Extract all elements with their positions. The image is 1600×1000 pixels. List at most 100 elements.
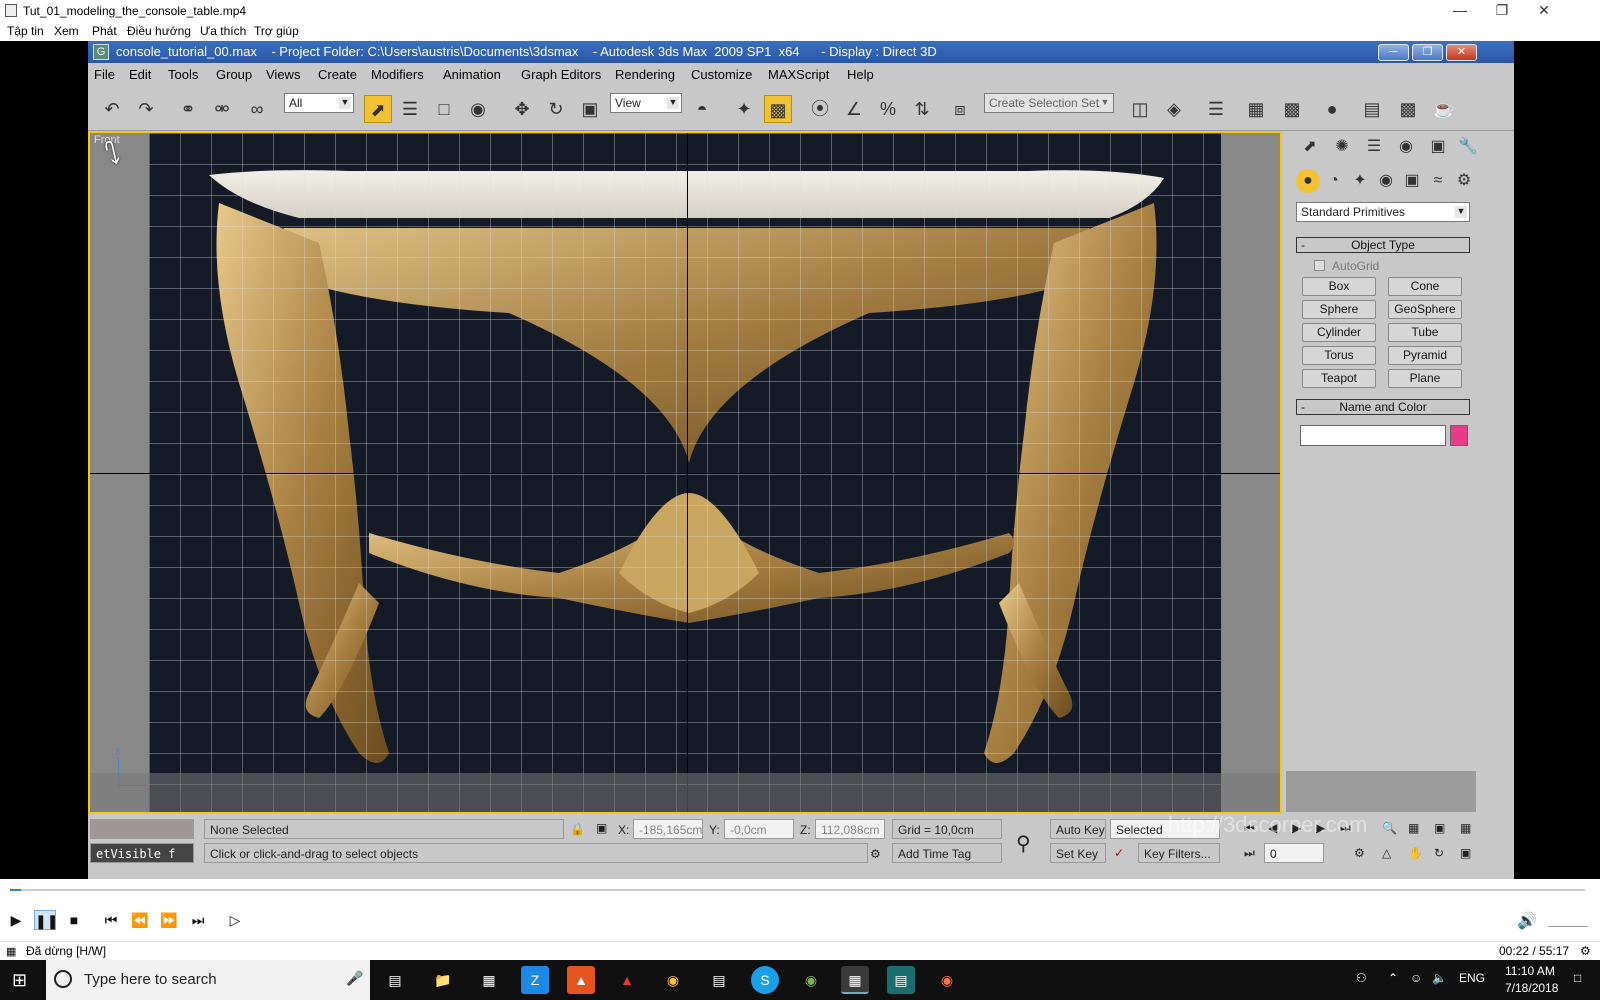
pause-icon[interactable]: ❚❚ xyxy=(34,910,58,930)
max-minimize-button[interactable]: ─ xyxy=(1378,44,1409,61)
rectangular-selection-icon[interactable]: □ xyxy=(430,95,458,123)
move-icon[interactable]: ✥ xyxy=(508,95,536,123)
pan-icon[interactable]: ✋ xyxy=(1408,846,1423,860)
z-coordinate-field[interactable]: 112,088cm xyxy=(815,819,885,839)
photos-icon[interactable]: ▤ xyxy=(705,966,733,994)
people-icon[interactable]: ⚇ xyxy=(1356,971,1367,985)
selection-filter-dropdown[interactable]: All ▼ xyxy=(284,93,354,113)
stop-icon[interactable]: ■ xyxy=(63,910,85,930)
box-button[interactable]: Box xyxy=(1302,277,1376,296)
space-warps-icon[interactable]: ≈ xyxy=(1426,169,1450,193)
language-indicator[interactable]: ENG xyxy=(1459,971,1485,985)
fast-forward-icon[interactable]: ⏩ xyxy=(158,910,180,930)
key-icon[interactable]: ⚲ xyxy=(1016,831,1031,856)
previous-icon[interactable]: ⏮ xyxy=(100,910,122,930)
keyboard-shortcut-override-icon[interactable]: ▩ xyxy=(764,95,792,123)
quick-render-icon[interactable]: ☕ xyxy=(1430,95,1458,123)
file-explorer-icon[interactable]: 📁 xyxy=(429,966,457,994)
firefox-icon[interactable]: ◉ xyxy=(933,966,961,994)
calculator-icon[interactable]: ▦ xyxy=(475,966,503,994)
cylinder-button[interactable]: Cylinder xyxy=(1302,323,1376,342)
select-and-link-icon[interactable]: ⚭ xyxy=(174,95,202,123)
zalo-icon[interactable]: Z xyxy=(521,966,549,994)
menu-navigate[interactable]: Điều hướng xyxy=(127,24,191,38)
clock-time[interactable]: 11:10 AM xyxy=(1505,964,1555,978)
chrome-icon[interactable]: ◉ xyxy=(659,966,687,994)
rendered-frame-window-icon[interactable]: ▩ xyxy=(1394,95,1422,123)
scale-icon[interactable]: ▣ xyxy=(576,95,604,123)
zoom-extents-icon[interactable]: ▣ xyxy=(1434,821,1445,835)
percent-snap-icon[interactable]: % xyxy=(874,95,902,123)
lights-icon[interactable]: ✦ xyxy=(1348,169,1372,193)
menu-animation[interactable]: Animation xyxy=(443,67,501,82)
tube-button[interactable]: Tube xyxy=(1388,323,1462,342)
task-view-icon[interactable]: ▤ xyxy=(381,966,409,994)
sphere-button[interactable]: Sphere xyxy=(1302,300,1376,319)
hierarchy-tab-icon[interactable]: ☰ xyxy=(1362,135,1386,159)
shapes-icon[interactable]: ◔ xyxy=(1322,169,1346,193)
geometry-category-dropdown[interactable]: Standard Primitives ▼ xyxy=(1296,202,1470,222)
default-in-out-tangent-icon[interactable]: ✓ xyxy=(1114,846,1124,860)
motion-tab-icon[interactable]: ◉ xyxy=(1394,135,1418,159)
taskbar-search[interactable]: Type here to search 🎤 xyxy=(46,960,370,1000)
absolute-mode-icon[interactable]: ▣ xyxy=(596,821,607,835)
systems-icon[interactable]: ⚙ xyxy=(1452,169,1476,193)
volume-slider[interactable] xyxy=(1548,917,1588,927)
x-coordinate-field[interactable]: -185,165cm xyxy=(633,819,703,839)
field-of-view-icon[interactable]: △ xyxy=(1382,846,1391,860)
utilities-tab-icon[interactable]: 🔧 xyxy=(1456,135,1480,159)
zoom-icon[interactable]: 🔍 xyxy=(1382,821,1397,835)
zoom-extents-all-icon[interactable]: ▦ xyxy=(1460,821,1471,835)
menu-play[interactable]: Phát xyxy=(92,24,117,38)
menu-tools[interactable]: Tools xyxy=(168,67,198,82)
unlink-icon[interactable]: ⚮ xyxy=(208,95,236,123)
curve-editor-icon[interactable]: ▦ xyxy=(1242,95,1270,123)
volume-icon[interactable]: 🔊 xyxy=(1517,911,1537,931)
reference-coordinate-dropdown[interactable]: View ▼ xyxy=(610,93,682,113)
skype-icon[interactable]: S xyxy=(751,966,779,994)
current-frame-field[interactable]: 0 xyxy=(1264,843,1324,863)
geosphere-button[interactable]: GeoSphere xyxy=(1388,300,1462,319)
redo-icon[interactable]: ↷ xyxy=(132,95,160,123)
auto-key-button[interactable]: Auto Key xyxy=(1050,819,1106,839)
cameras-icon[interactable]: ◉ xyxy=(1374,169,1398,193)
layer-manager-icon[interactable]: ☰ xyxy=(1202,95,1230,123)
orbit-icon[interactable]: ↻ xyxy=(1434,846,1444,860)
snap-toggle-icon[interactable]: ⦿ xyxy=(806,95,834,123)
name-and-color-rollout[interactable]: - Name and Color xyxy=(1296,399,1470,415)
create-tab-icon[interactable]: ⬈ xyxy=(1298,135,1322,159)
zoom-all-icon[interactable]: ▦ xyxy=(1408,821,1419,835)
front-viewport[interactable]: Front z ⭛ xyxy=(88,131,1282,814)
mirror-icon[interactable]: ◫ xyxy=(1126,95,1154,123)
microphone-icon[interactable]: 🎤 xyxy=(346,970,363,987)
schematic-view-icon[interactable]: ▩ xyxy=(1278,95,1306,123)
restore-button[interactable]: ❐ xyxy=(1482,0,1522,22)
cone-button[interactable]: Cone xyxy=(1388,277,1462,296)
menu-rendering[interactable]: Rendering xyxy=(615,67,675,82)
rewind-icon[interactable]: ⏪ xyxy=(129,910,151,930)
object-name-input[interactable] xyxy=(1300,425,1446,446)
app-icon-orange[interactable]: ▲ xyxy=(567,966,595,994)
render-setup-icon[interactable]: ▤ xyxy=(1358,95,1386,123)
select-manipulate-icon[interactable]: ✦ xyxy=(730,95,758,123)
menu-help[interactable]: Trợ giúp xyxy=(254,24,299,38)
menu-create[interactable]: Create xyxy=(318,67,357,82)
notifications-icon[interactable]: □ xyxy=(1574,971,1581,985)
teapot-button[interactable]: Teapot xyxy=(1302,369,1376,388)
maxscript-mini-line[interactable]: etVisible f xyxy=(90,843,194,863)
max-close-button[interactable]: ✕ xyxy=(1446,44,1477,61)
frame-step-icon[interactable]: ▷ xyxy=(224,910,246,930)
spinner-snap-icon[interactable]: ⇅ xyxy=(908,95,936,123)
close-button[interactable]: ✕ xyxy=(1524,0,1564,22)
pyramid-button[interactable]: Pyramid xyxy=(1388,346,1462,365)
object-type-rollout[interactable]: - Object Type xyxy=(1296,237,1470,253)
maxscript-listener-mini[interactable] xyxy=(90,819,194,839)
menu-edit[interactable]: Edit xyxy=(129,67,151,82)
menu-views[interactable]: Views xyxy=(266,67,300,82)
lock-selection-icon[interactable]: 🔒 xyxy=(570,822,585,836)
menu-customize[interactable]: Customize xyxy=(691,67,752,82)
max-restore-button[interactable]: ❐ xyxy=(1412,44,1443,61)
menu-view[interactable]: Xem xyxy=(54,24,79,38)
align-icon[interactable]: ◈ xyxy=(1160,95,1188,123)
menu-favorites[interactable]: Ưa thích xyxy=(200,24,246,38)
